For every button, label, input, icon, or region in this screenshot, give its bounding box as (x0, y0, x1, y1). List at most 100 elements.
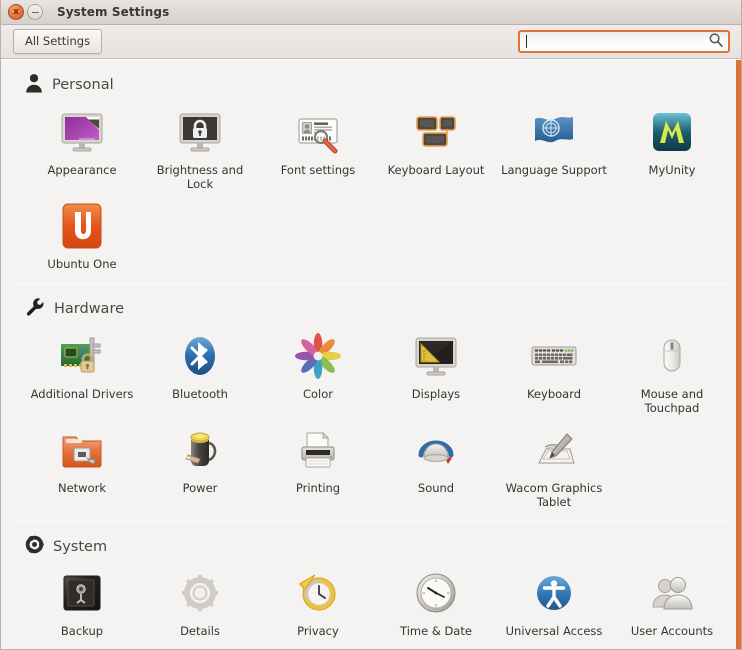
wacom-tablet-icon (529, 425, 579, 475)
details-icon (175, 568, 225, 618)
keyboard-icon (529, 331, 579, 381)
window-title: System Settings (57, 5, 170, 19)
sound-icon (411, 425, 461, 475)
settings-item-mouse-and-touchpad[interactable]: Mouse and Touchpad (613, 325, 731, 419)
settings-item-label: MyUnity (648, 163, 696, 177)
search-input[interactable] (518, 30, 730, 53)
settings-item-font-settings[interactable]: Font settings (259, 101, 377, 195)
wrench-icon (25, 297, 45, 321)
search-field-wrapper[interactable] (518, 30, 730, 53)
minimize-icon[interactable] (27, 4, 43, 20)
system-settings-window: x System Settings All Settings Personal (0, 0, 742, 650)
settings-item-label: Keyboard (526, 387, 582, 401)
settings-item-label: Network (57, 481, 107, 495)
settings-item-color[interactable]: Color (259, 325, 377, 419)
section-header-system: System (13, 522, 729, 562)
text-caret (526, 35, 527, 48)
backup-icon (57, 568, 107, 618)
settings-item-label: Printing (295, 481, 341, 495)
settings-item-label: Appearance (47, 163, 117, 177)
settings-grid-hardware: Additional Drivers Bluetooth Color Displ… (13, 325, 729, 513)
keyboard-layout-icon (411, 107, 461, 157)
appearance-icon (57, 107, 107, 157)
toolbar: All Settings (1, 25, 741, 59)
settings-item-label: Universal Access (505, 624, 603, 638)
window-buttons: x (8, 4, 43, 20)
settings-content: Personal Appearance Brightness and Lock … (1, 59, 741, 649)
settings-item-printing[interactable]: Printing (259, 419, 377, 513)
settings-item-network[interactable]: Network (23, 419, 141, 513)
settings-item-label: Mouse and Touchpad (640, 387, 704, 415)
privacy-icon (293, 568, 343, 618)
section-header-hardware: Hardware (13, 284, 729, 325)
settings-item-keyboard-layout[interactable]: Keyboard Layout (377, 101, 495, 195)
ubuntu-one-icon (57, 201, 107, 251)
settings-item-label: Color (302, 387, 334, 401)
close-icon[interactable]: x (8, 4, 24, 20)
settings-item-label: Displays (411, 387, 461, 401)
language-support-icon (529, 107, 579, 157)
settings-item-ubuntu-one[interactable]: Ubuntu One (23, 195, 141, 275)
settings-item-label: Brightness and Lock (156, 163, 244, 191)
settings-grid-system: Backup Details Privacy Time & Date Unive… (13, 562, 729, 642)
settings-item-label: Backup (60, 624, 104, 638)
section-system: System Backup Details Privacy Time & Dat… (1, 521, 741, 642)
section-header-personal: Personal (13, 60, 729, 101)
settings-item-label: Additional Drivers (30, 387, 134, 401)
settings-item-user-accounts[interactable]: User Accounts (613, 562, 731, 642)
settings-item-sound[interactable]: Sound (377, 419, 495, 513)
settings-item-label: Ubuntu One (47, 257, 117, 271)
settings-item-backup[interactable]: Backup (23, 562, 141, 642)
settings-item-label: Privacy (297, 624, 339, 638)
settings-item-label: Time & Date (400, 624, 472, 638)
section-personal: Personal Appearance Brightness and Lock … (1, 60, 741, 275)
mouse-touchpad-icon (647, 331, 697, 381)
settings-item-label: Font settings (280, 163, 356, 177)
section-title: Hardware (54, 301, 125, 317)
settings-item-time-date[interactable]: Time & Date (377, 562, 495, 642)
search-icon[interactable] (708, 32, 724, 52)
ubuntu-logo-icon (25, 535, 44, 558)
network-icon (57, 425, 107, 475)
settings-item-privacy[interactable]: Privacy (259, 562, 377, 642)
settings-item-additional-drivers[interactable]: Additional Drivers (23, 325, 141, 419)
printing-icon (293, 425, 343, 475)
settings-item-displays[interactable]: Displays (377, 325, 495, 419)
myunity-icon (647, 107, 697, 157)
section-title: System (53, 538, 108, 555)
settings-item-bluetooth[interactable]: Bluetooth (141, 325, 259, 419)
section-title: Personal (52, 77, 114, 93)
all-settings-button[interactable]: All Settings (13, 29, 103, 54)
brightness-lock-icon (175, 107, 225, 157)
settings-item-appearance[interactable]: Appearance (23, 101, 141, 195)
settings-item-label: Wacom Graphics Tablet (505, 481, 603, 509)
person-icon (25, 73, 43, 97)
settings-item-language-support[interactable]: Language Support (495, 101, 613, 195)
bluetooth-icon (175, 331, 225, 381)
vertical-scrollbar[interactable] (736, 60, 741, 649)
font-settings-icon (293, 107, 343, 157)
settings-grid-personal: Appearance Brightness and Lock Font sett… (13, 101, 729, 275)
settings-item-brightness-and-lock[interactable]: Brightness and Lock (141, 101, 259, 195)
title-bar: x System Settings (1, 0, 741, 25)
scrollbar-thumb[interactable] (736, 60, 741, 649)
settings-item-universal-access[interactable]: Universal Access (495, 562, 613, 642)
user-accounts-icon (647, 568, 697, 618)
color-icon (293, 331, 343, 381)
settings-item-label: Keyboard Layout (387, 163, 485, 177)
settings-item-label: Sound (417, 481, 455, 495)
settings-item-label: Bluetooth (172, 387, 228, 401)
displays-icon (411, 331, 461, 381)
settings-item-label: Power (182, 481, 218, 495)
settings-item-wacom-graphics-tablet[interactable]: Wacom Graphics Tablet (495, 419, 613, 513)
power-icon (175, 425, 225, 475)
settings-item-label: Details (180, 624, 220, 638)
settings-item-power[interactable]: Power (141, 419, 259, 513)
additional-drivers-icon (57, 331, 107, 381)
settings-item-label: Language Support (501, 163, 607, 177)
settings-item-keyboard[interactable]: Keyboard (495, 325, 613, 419)
section-hardware: Hardware Additional Drivers Bluetooth Co… (1, 283, 741, 513)
universal-access-icon (529, 568, 579, 618)
settings-item-myunity[interactable]: MyUnity (613, 101, 731, 195)
settings-item-details[interactable]: Details (141, 562, 259, 642)
